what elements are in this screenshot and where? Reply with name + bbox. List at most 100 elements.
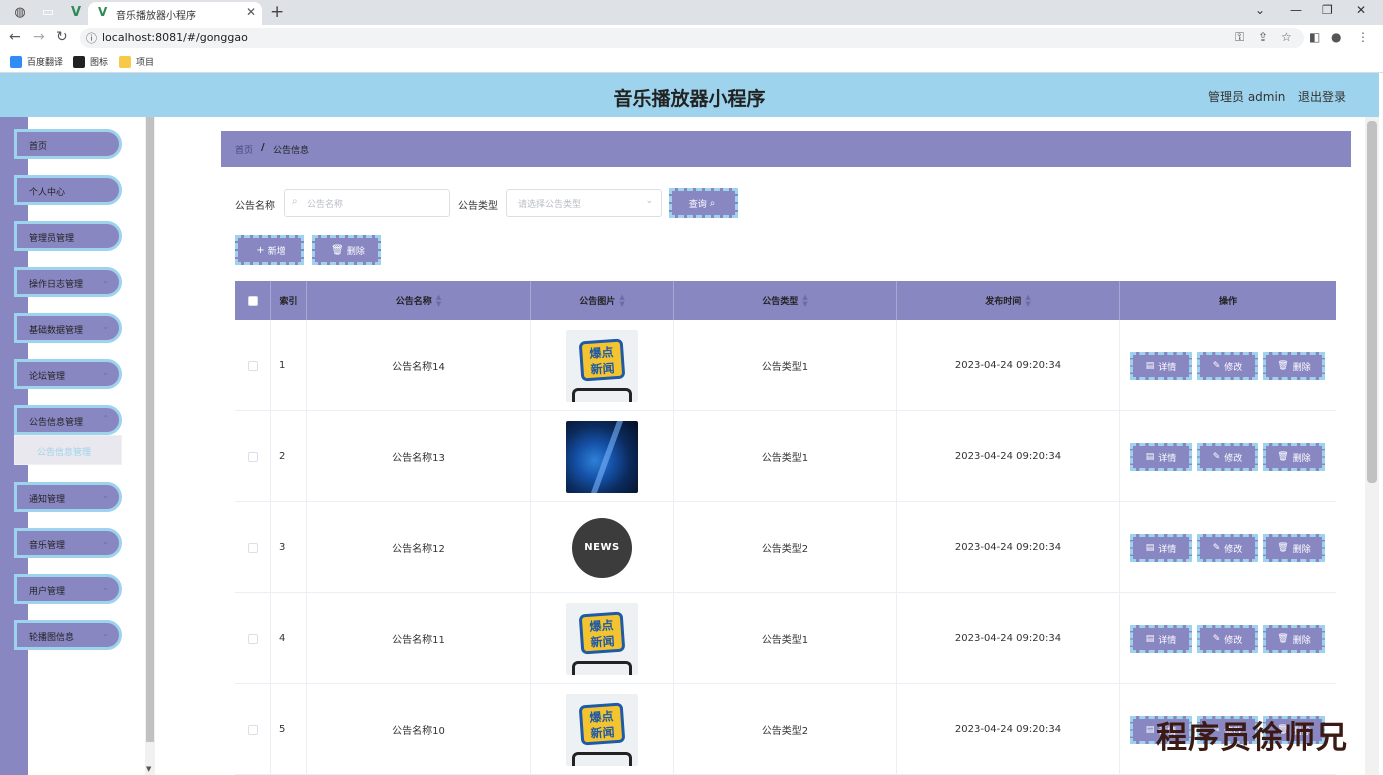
menu-icon[interactable]: ⋮ (1357, 30, 1369, 44)
document-icon: ▤ (1145, 543, 1155, 553)
search-icon: ⌕ (709, 197, 716, 209)
tab-search-icon[interactable]: ⌄ (1255, 3, 1265, 17)
breadcrumb-home[interactable]: 首页 (235, 143, 253, 156)
col-type[interactable]: 公告类型 ▲ ▼ (674, 281, 897, 320)
reload-icon[interactable]: ↻ (56, 29, 68, 45)
edit-button[interactable]: ✎ 修改 (1197, 534, 1258, 562)
notice-image[interactable]: 爆点 新闻 (566, 602, 638, 675)
chevron-down-icon: ⌄ (102, 276, 109, 285)
col-image[interactable]: 公告图片 ▲ ▼ (531, 281, 674, 320)
sidebar-item-notice[interactable]: 公告信息管理 ⌃ (14, 405, 122, 435)
folder-icon (119, 55, 131, 68)
bookmark-project[interactable]: 项目 (119, 55, 154, 68)
delete-button[interactable]: 🗑 删除 (1263, 534, 1325, 562)
detail-button[interactable]: ▤ 详情 (1130, 534, 1192, 562)
share-icon[interactable]: ⇪ (1258, 30, 1268, 44)
vue-tab-icon[interactable]: V (68, 5, 84, 21)
sidebar-item-profile[interactable]: 个人中心 (14, 175, 122, 205)
notice-image[interactable]: NEWS (566, 511, 638, 584)
sidebar-item-forum[interactable]: 论坛管理 ⌄ (14, 359, 122, 389)
row-checkbox[interactable] (247, 724, 258, 735)
delete-button[interactable]: 🗑 删除 (1263, 443, 1325, 471)
sidebar-item-logs[interactable]: 操作日志管理 ⌄ (14, 267, 122, 297)
edit-button[interactable]: ✎ 修改 (1197, 625, 1258, 653)
query-button[interactable]: 查询 ⌕ (669, 188, 738, 218)
row-checkbox[interactable] (247, 542, 258, 553)
notice-image[interactable]: 爆点 新闻 (566, 329, 638, 402)
row-checkbox[interactable] (247, 451, 258, 462)
batch-delete-button[interactable]: 🗑 删除 (312, 235, 381, 265)
sidebar-item-basedata[interactable]: 基础数据管理 ⌄ (14, 313, 122, 343)
globe-icon[interactable]: ◍ (12, 5, 28, 21)
trash-icon: 🗑 (1277, 543, 1289, 553)
profile-icon[interactable]: ● (1331, 30, 1341, 44)
sidebar-scroll-thumb[interactable] (146, 117, 154, 742)
row-checkbox[interactable] (247, 633, 258, 644)
sidebar-item-music[interactable]: 音乐管理 ⌄ (14, 528, 122, 558)
forward-icon[interactable]: → (33, 29, 45, 45)
app-header: 音乐播放器小程序 管理员 admin 退出登录 (0, 73, 1379, 117)
sidebar-scrollbar[interactable]: ▼ (145, 117, 155, 775)
chevron-down-icon: ⌄ (102, 322, 109, 331)
sidebar-item-notify[interactable]: 通知管理 ⌄ (14, 482, 122, 512)
sidebar-item-home[interactable]: 首页 (14, 129, 122, 159)
active-tab[interactable]: V 音乐播放器小程序 ✕ (88, 2, 262, 25)
delete-button[interactable]: 🗑 删除 (1263, 352, 1325, 380)
notice-image[interactable] (566, 420, 638, 493)
close-window-icon[interactable]: ✕ (1356, 3, 1366, 17)
bookmark-baidu-translate[interactable]: 百度翻译 (10, 55, 63, 68)
detail-button[interactable]: ▤ 详情 (1130, 443, 1192, 471)
row-select-cell (235, 411, 271, 502)
image-cell: 爆点 新闻 (531, 684, 674, 775)
scroll-down-arrow-icon[interactable]: ▼ (146, 765, 151, 773)
sort-icon[interactable]: ▲ ▼ (802, 293, 807, 308)
back-icon[interactable]: ← (9, 29, 21, 45)
page-scrollbar[interactable] (1365, 117, 1379, 775)
info-icon[interactable]: ⓘ (86, 30, 97, 46)
col-ops: 操作 (1218, 297, 1237, 307)
phone-shape (572, 660, 632, 675)
edit-button[interactable]: ✎ 修改 (1197, 443, 1258, 471)
edit-button[interactable]: ✎ 修改 (1197, 352, 1258, 380)
logout-link[interactable]: 退出登录 (1298, 88, 1346, 105)
sort-icon[interactable]: ▲ ▼ (619, 293, 624, 308)
phone-shape (572, 751, 632, 766)
add-button[interactable]: + 新增 (235, 235, 304, 265)
sidepanel-icon[interactable]: ◧ (1309, 30, 1320, 44)
minimize-icon[interactable]: — (1290, 3, 1302, 17)
notice-image[interactable]: 爆点 新闻 (566, 693, 638, 766)
col-name[interactable]: 公告名称 ▲ ▼ (307, 281, 531, 320)
sidebar-item-users[interactable]: 用户管理 ⌄ (14, 574, 122, 604)
type-filter-select[interactable]: 请选择公告类型 ⌄ (506, 189, 662, 217)
col-time[interactable]: 发布时间 ▲ ▼ (897, 281, 1120, 320)
app-title: 音乐播放器小程序 (613, 88, 766, 110)
star-icon[interactable]: ☆ (1281, 30, 1292, 44)
close-tab-icon[interactable]: ✕ (246, 5, 256, 19)
new-tab-button[interactable]: + (270, 2, 284, 22)
breadcrumb: 首页 / 公告信息 (221, 131, 1351, 167)
trash-icon: 🗑 (1277, 361, 1289, 371)
blank-tab-icon[interactable]: ▭ (40, 5, 56, 21)
ops-cell: ▤ 详情 ✎ 修改 🗑 删除 (1120, 411, 1336, 502)
sidebar-item-carousel[interactable]: 轮播图信息 ⌄ (14, 620, 122, 650)
sort-icon[interactable]: ▲ ▼ (436, 293, 441, 308)
select-all-checkbox[interactable] (247, 295, 258, 306)
sidebar-item-admin[interactable]: 管理员管理 (14, 221, 122, 251)
edit-icon: ✎ (1212, 361, 1221, 371)
delete-button[interactable]: 🗑 删除 (1263, 625, 1325, 653)
address-bar: ← → ↻ ⓘ localhost:8081/#/gonggao ⚿ ⇪ ☆ ◧… (0, 25, 1383, 51)
name-filter-input[interactable]: ⌕ 公告名称 (284, 189, 450, 217)
sort-icon[interactable]: ▲ ▼ (1025, 293, 1030, 308)
type-cell: 公告类型2 (674, 684, 897, 775)
time-cell: 2023-04-24 09:20:34 (897, 684, 1120, 775)
sidebar-subitem-notice-manage[interactable]: 公告信息管理 (14, 435, 122, 465)
detail-button[interactable]: ▤ 详情 (1130, 625, 1192, 653)
row-checkbox[interactable] (247, 360, 258, 371)
detail-button[interactable]: ▤ 详情 (1130, 352, 1192, 380)
bookmark-icons[interactable]: 图标 (73, 55, 108, 68)
page-scroll-thumb[interactable] (1367, 121, 1377, 483)
url-input[interactable]: ⓘ localhost:8081/#/gonggao (80, 28, 1304, 48)
notice-image-caption: 爆点 新闻 (578, 702, 626, 745)
maximize-icon[interactable]: ❐ (1322, 3, 1333, 17)
key-icon[interactable]: ⚿ (1235, 30, 1244, 45)
